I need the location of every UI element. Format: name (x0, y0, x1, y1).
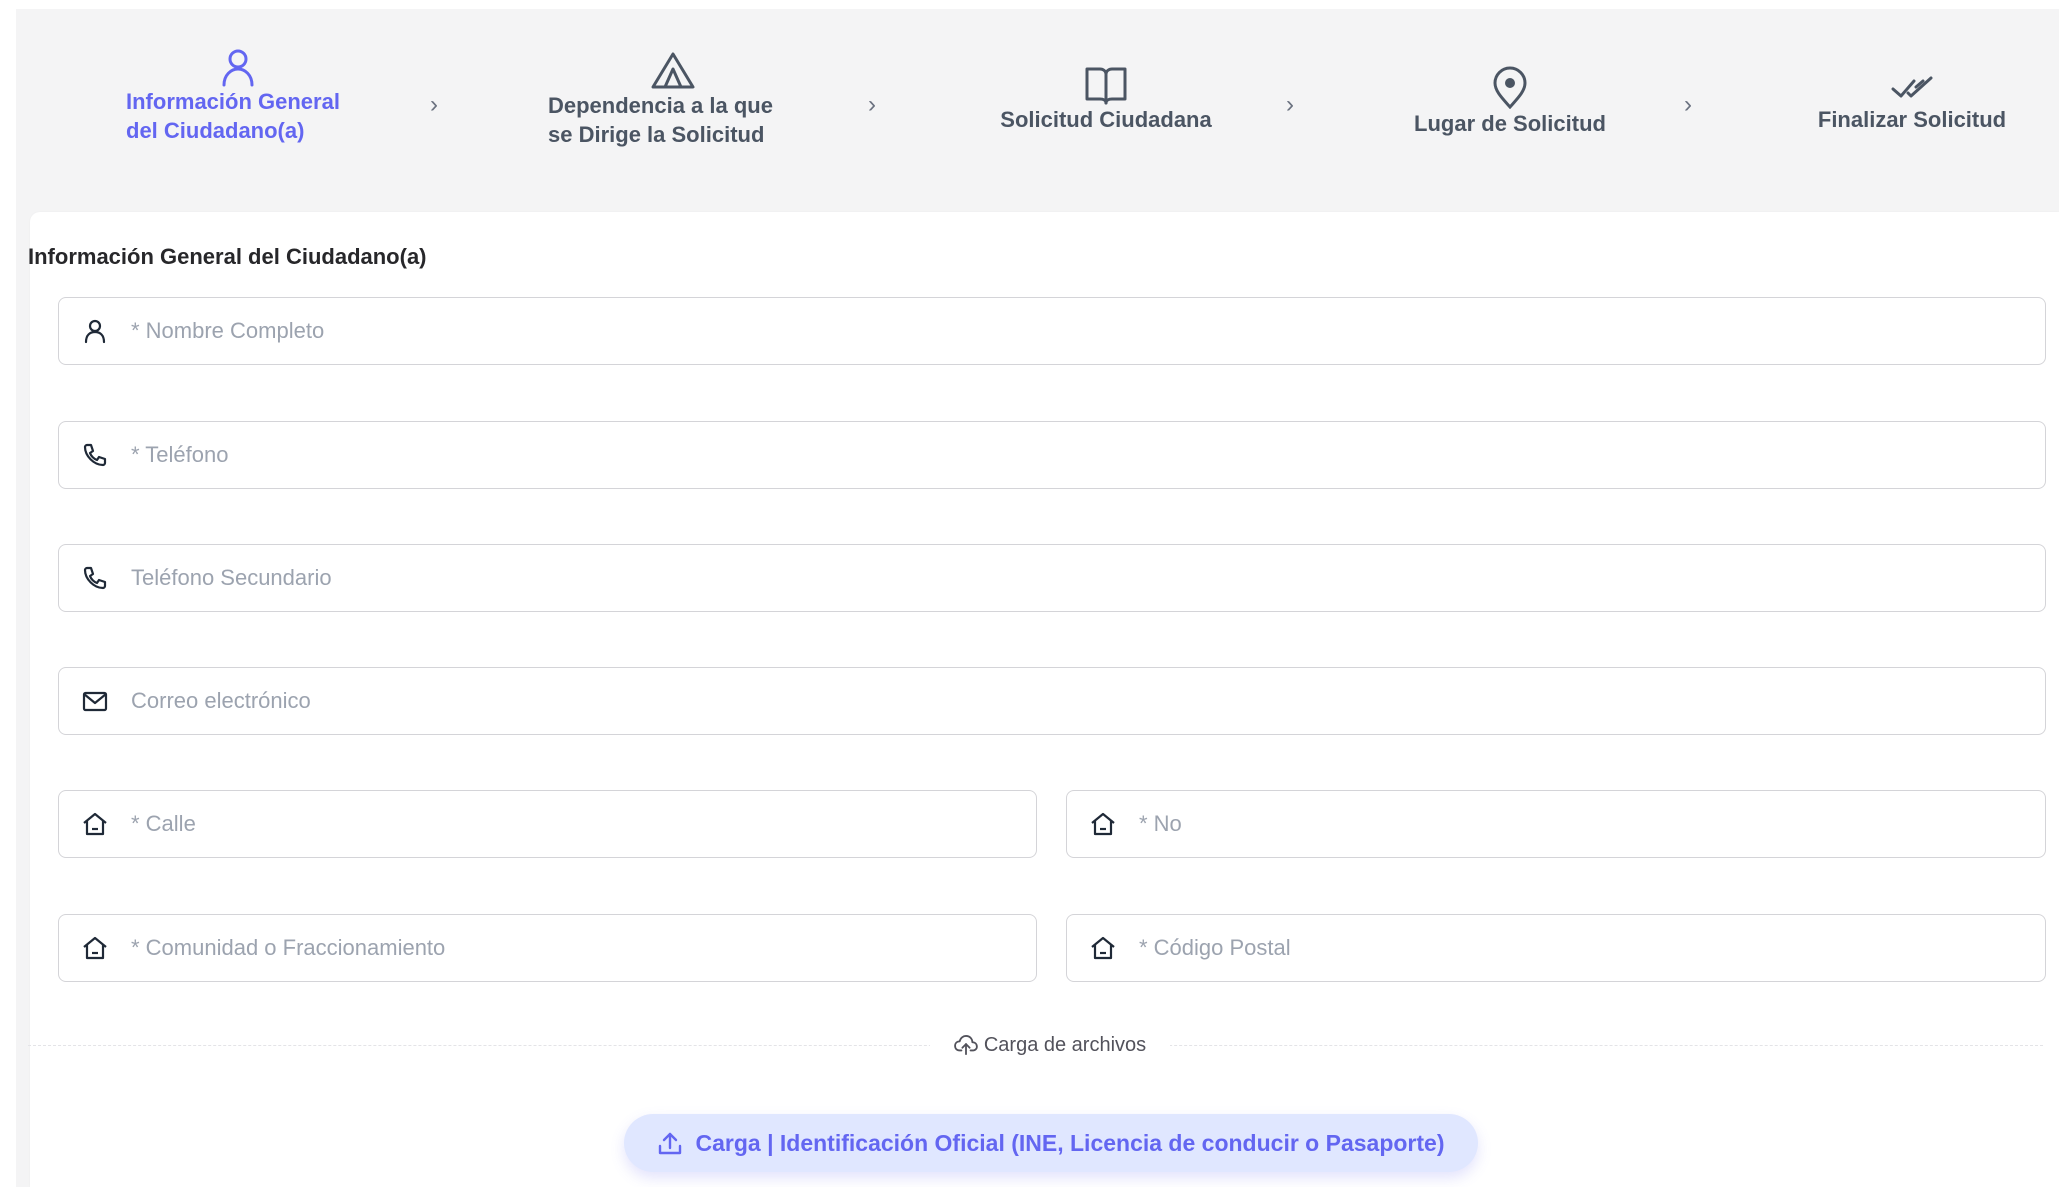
cloud-upload-icon (954, 1035, 978, 1055)
step-label-line2: del Ciudadano(a) (126, 118, 305, 143)
home-icon (1091, 936, 1115, 960)
upload-button-label: Carga | Identificación Oficial (INE, Lic… (695, 1129, 1445, 1156)
chevron-right-icon: › (430, 91, 438, 118)
step-label: Lugar de Solicitud (1414, 111, 1606, 136)
mail-icon (82, 691, 108, 712)
step-label: Solicitud Ciudadana (1000, 107, 1212, 132)
tent-icon (651, 52, 695, 89)
uploads-divider-text: Carga de archivos (983, 1033, 1147, 1056)
book-icon (1085, 67, 1127, 105)
correo-field[interactable] (58, 667, 2046, 735)
step-label: Finalizar Solicitud (1817, 107, 2007, 132)
nombre-field[interactable] (58, 297, 2046, 365)
step-label-line1: Dependencia a la que (548, 93, 773, 118)
user-icon (222, 49, 254, 87)
home-icon (83, 812, 107, 836)
home-icon (1091, 812, 1115, 836)
chevron-right-icon: › (1286, 91, 1294, 118)
upload-identificacion-button[interactable]: Carga | Identificación Oficial (INE, Lic… (624, 1114, 1478, 1172)
nombre-input[interactable] (129, 310, 2045, 352)
calle-field[interactable] (58, 790, 1037, 858)
chevron-right-icon: › (868, 91, 876, 118)
codigo-postal-field[interactable] (1066, 914, 2046, 982)
home-icon (83, 936, 107, 960)
telefono-field[interactable] (58, 421, 2046, 489)
codigo-postal-input[interactable] (1137, 927, 2045, 969)
map-pin-icon (1493, 66, 1527, 109)
step-informacion-general[interactable]: Información General del Ciudadano(a) (126, 47, 340, 145)
telefono-secundario-input[interactable] (129, 557, 2045, 599)
comunidad-input[interactable] (129, 927, 1036, 969)
phone-icon (83, 566, 107, 590)
step-label-line2: se Dirige la Solicitud (548, 122, 765, 147)
comunidad-field[interactable] (58, 914, 1037, 982)
step-label-line1: Información General (126, 89, 340, 114)
phone-icon (83, 443, 107, 467)
calle-input[interactable] (129, 803, 1036, 845)
chevron-right-icon: › (1684, 91, 1692, 118)
stepper: Información General del Ciudadano(a) › D… (16, 9, 2059, 209)
uploads-divider-label: Carga de archivos (930, 1030, 1170, 1060)
numero-field[interactable] (1066, 790, 2046, 858)
step-dependencia[interactable]: Dependencia a la que se Dirige la Solici… (548, 51, 773, 149)
correo-input[interactable] (129, 680, 2045, 722)
double-check-icon (1891, 76, 1933, 98)
step-finalizar-solicitud[interactable]: Finalizar Solicitud (1792, 71, 2032, 134)
upload-icon (659, 1132, 682, 1155)
numero-input[interactable] (1137, 803, 2045, 845)
telefono-secundario-field[interactable] (58, 544, 2046, 612)
user-icon (84, 319, 106, 344)
telefono-input[interactable] (129, 434, 2045, 476)
form-title: Información General del Ciudadano(a) (28, 244, 427, 269)
step-lugar-solicitud[interactable]: Lugar de Solicitud (1390, 65, 1630, 138)
step-solicitud-ciudadana[interactable]: Solicitud Ciudadana (980, 65, 1232, 134)
